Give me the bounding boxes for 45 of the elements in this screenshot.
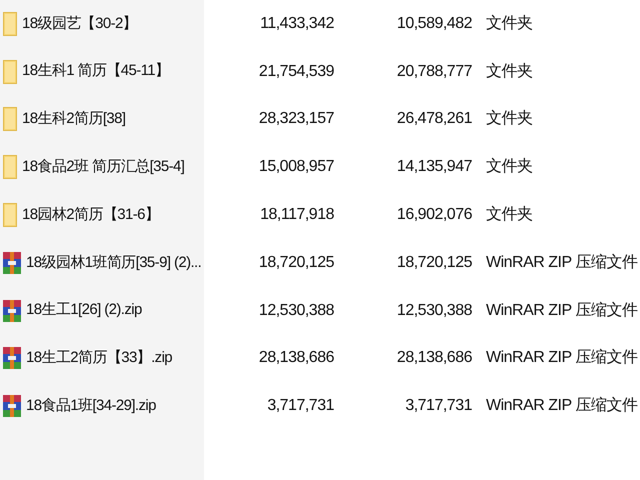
file-size: 18,117,918 — [259, 205, 334, 226]
archive-icon — [3, 395, 21, 418]
file-size: 28,323,157 — [258, 109, 334, 130]
file-name[interactable]: 18生科2简历[38] — [20, 108, 126, 131]
folder-icon — [3, 60, 17, 84]
file-name[interactable]: 18食品2班 简历汇总[35-4] — [20, 156, 184, 179]
packed-size: 28,138,686 — [396, 348, 472, 368]
folder-icon — [3, 107, 17, 132]
packed-size: 18,720,125 — [396, 252, 472, 273]
file-name[interactable]: 18生工2简历【33】.zip — [24, 347, 172, 370]
packed-size: 12,530,388 — [396, 300, 472, 321]
archive-icon — [3, 300, 21, 322]
packed-size: 20,788,777 — [396, 62, 472, 82]
file-type: 文件夹 — [485, 204, 532, 226]
packed-size: 16,902,076 — [396, 205, 472, 226]
folder-icon — [3, 203, 17, 228]
archive-icon — [3, 252, 21, 274]
packed-size: 10,589,482 — [396, 14, 472, 34]
archive-icon — [3, 347, 21, 370]
file-type: 文件夹 — [485, 62, 532, 82]
file-size: 11,433,342 — [259, 14, 334, 34]
file-name[interactable]: 18生科1 简历【45-11】 — [20, 60, 170, 83]
packed-size: 14,135,947 — [396, 157, 472, 178]
folder-icon — [3, 12, 17, 36]
file-type: WinRAR ZIP 压缩文件 — [485, 396, 638, 416]
file-type: 文件夹 — [485, 14, 532, 34]
file-name[interactable]: 18食品1班[34-29].zip — [24, 395, 156, 418]
file-name[interactable]: 18级园林1班简历[35-9] (2)... — [24, 252, 202, 274]
file-type: WinRAR ZIP 压缩文件 — [485, 252, 638, 273]
file-type: 文件夹 — [485, 156, 532, 178]
file-type: WinRAR ZIP 压缩文件 — [485, 348, 638, 368]
file-name[interactable]: 18园林2简历【31-6】 — [20, 204, 160, 226]
file-name[interactable]: 18级园艺【30-2】 — [20, 12, 138, 36]
file-size: 18,720,125 — [258, 252, 334, 273]
file-size: 3,717,731 — [266, 396, 334, 416]
file-name[interactable]: 18生工1[26] (2).zip — [24, 299, 142, 322]
packed-size: 26,478,261 — [396, 109, 472, 130]
file-type: WinRAR ZIP 压缩文件 — [485, 300, 638, 321]
file-size: 21,754,539 — [258, 62, 334, 82]
file-size: 28,138,686 — [258, 348, 334, 368]
file-size: 12,530,388 — [258, 300, 334, 321]
folder-icon — [3, 155, 17, 180]
file-type: 文件夹 — [485, 108, 532, 130]
packed-size: 3,717,731 — [404, 396, 472, 416]
file-size: 15,008,957 — [258, 157, 334, 178]
